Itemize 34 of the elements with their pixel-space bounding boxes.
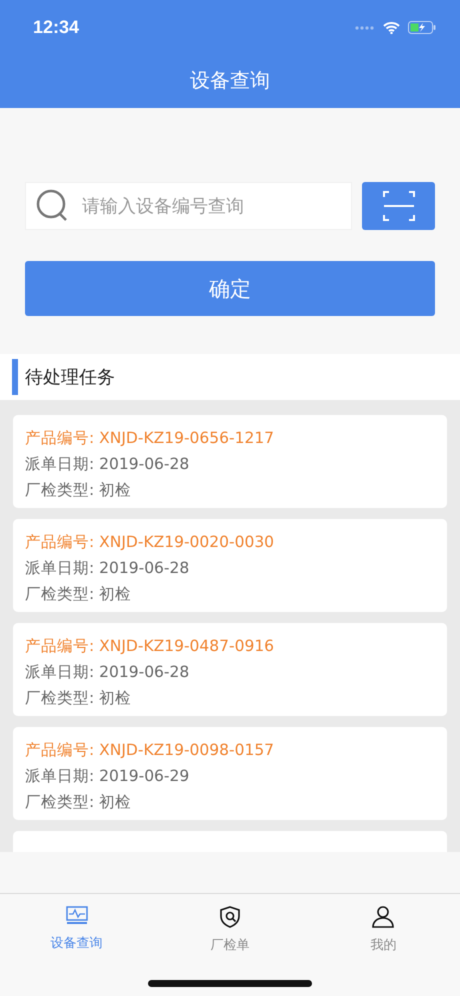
tab-item[interactable]: 我的 [306, 894, 460, 996]
task-card[interactable]: 产品编号: XNJD-KZ19-0656-1217 派单日期: 2019-06-28 厂检类型: 初检 [13, 415, 447, 508]
inspection-type: 厂检类型: 初检 [25, 688, 132, 709]
search-input[interactable]: 请输入设备编号查询 [80, 194, 341, 218]
confirm-button[interactable]: 确定 [25, 261, 435, 316]
wifi-icon [383, 22, 400, 34]
inspection-type: 厂检类型: 初检 [25, 480, 132, 501]
scan-button[interactable] [362, 182, 435, 230]
scan-icon [382, 191, 414, 221]
dispatch-date: 派单日期: 2019-06-28 [25, 454, 190, 475]
product-number: 产品编号: XNJD-KZ19-0656-1217 [25, 428, 276, 449]
task-card[interactable]: 产品编号: XNJD-KZ19-0487-0916 派单日期: 2019-06-28 厂检类型: 初检 [13, 623, 447, 716]
page-title: 设备查询 [190, 67, 270, 94]
tab-item[interactable]: 设备查询 [0, 894, 154, 996]
search-field[interactable]: 请输入设备编号查询 [25, 182, 352, 230]
product-number: 产品编号: XNJD-KZ19-0020-0030 [25, 532, 276, 553]
task-card[interactable]: 产品编号: XNJD-KZ19-0020-0030 派单日期: 2019-06-28 厂检类型: 初检 [13, 519, 447, 612]
status-time: 12:34 [33, 17, 80, 38]
dispatch-date: 派单日期: 2019-06-28 [25, 662, 190, 683]
section-title: 待处理任务 [25, 366, 115, 389]
section-accent [12, 359, 18, 395]
battery-icon [408, 21, 436, 34]
inspection-type: 厂检类型: 初检 [25, 584, 132, 605]
user-icon [372, 906, 394, 928]
dispatch-date: 派单日期: 2019-06-29 [25, 766, 190, 787]
tab-item[interactable]: 厂检单 [153, 894, 307, 996]
task-card[interactable]: 产品编号: XNJD-KZ19-0098-0157 派单日期: 2019-06-29 厂检类型: 初检 [13, 727, 447, 820]
dispatch-date: 派单日期: 2019-06-28 [25, 558, 190, 579]
signal-icon [355, 26, 375, 30]
product-number: 产品编号: XNJD-KZ19-0487-0916 [25, 636, 276, 657]
product-number: 产品编号: XNJD-KZ19-0098-0157 [25, 740, 276, 761]
inspection-type: 厂检类型: 初检 [25, 792, 132, 813]
shield-search-icon [218, 906, 241, 928]
monitor-pulse-icon [66, 906, 88, 926]
